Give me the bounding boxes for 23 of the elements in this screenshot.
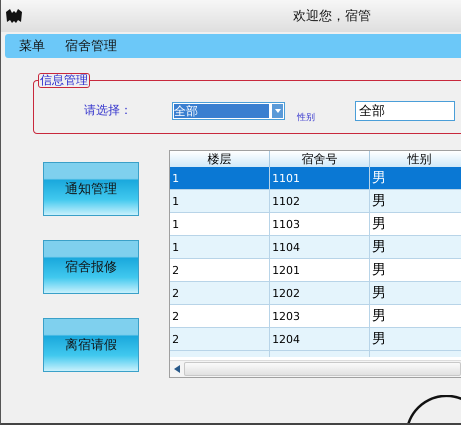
menu-button[interactable]: 离宿请假: [43, 318, 139, 372]
scroll-left-icon[interactable]: [174, 365, 180, 373]
table-row[interactable]: 2 1201 男: [170, 259, 461, 282]
menu-item[interactable]: 宿舍管理: [65, 37, 117, 55]
menu-button[interactable]: 通知管理: [43, 162, 139, 216]
table-row[interactable]: 2 1204 男: [170, 328, 461, 351]
gender-label: 性别: [297, 112, 316, 124]
table-row[interactable]: 1 1104 男: [170, 236, 461, 259]
select-dropdown[interactable]: 全部: [172, 102, 285, 120]
table-row[interactable]: 1 1101 男: [170, 167, 461, 190]
menu-button[interactable]: 宿舍报修: [43, 240, 139, 294]
menu-item[interactable]: 菜单: [19, 37, 45, 55]
table-row[interactable]: 1 1103 男: [170, 213, 461, 236]
gender-field[interactable]: 全部: [355, 100, 455, 120]
bat-logo-icon: [5, 8, 23, 24]
circle-arc-drawing: [406, 395, 461, 423]
table-row[interactable]: 2 1202 男: [170, 282, 461, 305]
select-label: 请选择：: [84, 102, 133, 119]
table-row[interactable]: 1 1102 男: [170, 190, 461, 213]
window-title: 欢迎您，宿管: [293, 8, 371, 25]
group-legend: 信息管理: [38, 73, 90, 88]
table-row[interactable]: 2 1203 男: [170, 305, 461, 328]
horizontal-scrollbar[interactable]: [170, 360, 461, 377]
